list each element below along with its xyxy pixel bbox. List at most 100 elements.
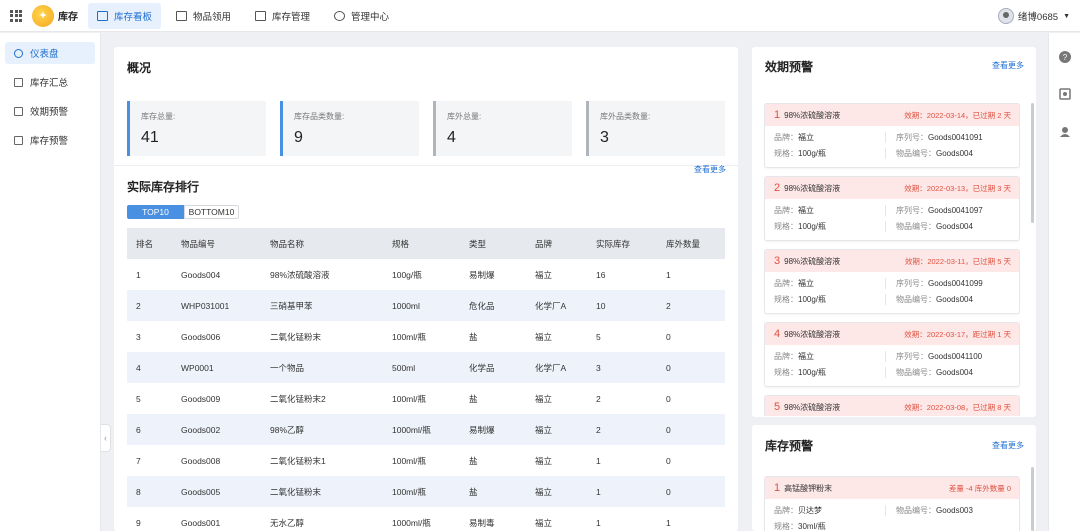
expiry-item[interactable]: 598%浓硫酸溶液效期：2022-03-08，已过期 8 天品牌：福立序列号：规… (764, 395, 1020, 416)
expiry-item[interactable]: 4 98%浓硫酸溶液 效期：2022-03-17，距过期 1 天品牌：福立 序列号：G… (764, 322, 1020, 387)
expiry-rank: 3 (774, 255, 781, 267)
expiry-item[interactable]: 1 98%浓硫酸溶液 效期：2022-03-14，已过期 2 天品牌：福立 序列号：G… (764, 103, 1020, 168)
code-field: 物品编号：Goods004 (885, 221, 1019, 232)
table-row[interactable]: 6 Goods002 98%乙醇 1000ml/瓶 易制爆 福立 2 0 (127, 414, 725, 445)
stock-warning-rank: 1 (774, 482, 781, 494)
support-agent-icon[interactable] (1059, 125, 1071, 137)
dashboard-icon (97, 10, 108, 21)
expiry-item[interactable]: 3 98%浓硫酸溶液 效期：2022-03-11，已过期 5 天品牌：福立 序列号：G… (764, 249, 1020, 314)
table-cell: 1000ml/瓶 (383, 414, 460, 445)
stat-label: 库外总量: (447, 112, 482, 121)
ranking-table: 排名 物品编号 物品名称 规格 类型 品牌 实际库存 库外数量 1 Goods004 98%浓硫酸… (127, 228, 725, 531)
table-cell: 福立 (535, 517, 553, 528)
field-value: 福立 (798, 352, 814, 361)
sidebar-item-summary[interactable]: 库存汇总 (5, 71, 95, 93)
table-cell: 2 (127, 290, 172, 321)
nav-item-dashboard[interactable]: 库存看板 (88, 2, 162, 29)
expiry-scrollbar[interactable] (1031, 103, 1034, 223)
tab-top10[interactable]: TOP10 (127, 205, 184, 219)
expiry-rank: 5 (774, 401, 781, 413)
table-cell: 0 (657, 414, 725, 445)
nav-item-requisition[interactable]: 物品领用 (167, 3, 240, 29)
ranking-title: 实际库存排行 (127, 180, 200, 194)
svg-text:?: ? (1063, 53, 1068, 62)
field-value: Goods0041100 (928, 352, 983, 361)
field-label: 规格： (774, 295, 798, 304)
ranking-view-more-link[interactable]: 查看更多 (694, 164, 726, 175)
stock-warning-view-more-link[interactable]: 查看更多 (992, 440, 1024, 451)
gauge-icon (14, 48, 23, 58)
table-row[interactable]: 1 Goods004 98%浓硫酸溶液 100g/瓶 易制爆 福立 16 1 (127, 259, 725, 290)
tab-bottom10[interactable]: BOTTOM10 (184, 205, 239, 219)
table-row[interactable]: 8 Goods005 二氧化锰粉末 100ml/瓶盐福立 1 0 (127, 476, 725, 507)
table-cell: 1 (666, 269, 671, 280)
field-label: 物品编号： (896, 149, 936, 158)
table-cell: 7 (136, 455, 141, 466)
app-grid-icon[interactable] (10, 9, 22, 22)
code-field: 物品编号：Goods004 (885, 367, 1019, 378)
field-label: 物品编号： (896, 222, 936, 231)
help-icon[interactable]: ? (1059, 51, 1071, 63)
logo-icon: ✦ (32, 4, 54, 27)
table-cell: 0 (657, 476, 725, 507)
field-label: 物品编号： (896, 506, 936, 515)
table-cell: 9 (136, 517, 141, 528)
expiry-item-body: 品牌：福立 序列号：Goods0041100 规格：100g/瓶 物品编号：Goods… (765, 345, 1019, 378)
spec-field: 规格：100g/瓶 (774, 148, 885, 159)
table-row[interactable]: 7 Goods008 二氧化锰粉末1 100ml/瓶 盐 福立 1 0 (127, 445, 725, 476)
field-label: 规格： (774, 368, 798, 377)
sidebar-item-expiry[interactable]: 效期预警 (5, 100, 95, 122)
expiry-view-more-link[interactable]: 查看更多 (992, 60, 1024, 71)
column-header: 品牌 (526, 228, 587, 259)
caret-down-icon: ▼ (1063, 12, 1070, 20)
field-value: Goods0041091 (928, 133, 983, 142)
chevron-left-icon: ‹ (104, 433, 107, 443)
stock-warning-status: 差量 -4 库外数量 0 (948, 483, 1011, 493)
stock-warning-item[interactable]: 1 高锰酸钾粉末 差量 -4 库外数量 0 品牌：贝达梦 物品编号：Goods003 规格… (764, 476, 1020, 531)
serial-field: 序列号：Goods0041100 (885, 351, 1019, 362)
app-logo[interactable]: ✦ 库存 (32, 4, 78, 27)
expiry-status: 效期：2022-03-13，已过期 3 天 (904, 183, 1011, 193)
nav-item-inventory[interactable]: 库存管理 (246, 3, 319, 29)
top-bar: ✦ 库存 库存看板 物品领用 库存管理 管理中心 绪博0685 ▼ (0, 0, 1080, 32)
table-cell: 无水乙醇 (270, 517, 305, 528)
overview-card: 概况 库存总量: 41 库存品类数量: 9 库外总量: 4 库外品类数量: 3 … (114, 47, 738, 531)
brand-field: 品牌：福立 (774, 278, 885, 289)
expiry-rank: 1 (774, 109, 781, 121)
table-cell: WHP031001 (172, 290, 261, 321)
table-cell: 100ml/瓶 (392, 455, 427, 466)
field-label: 物品编号： (896, 295, 936, 304)
table-cell: 2 (596, 393, 601, 404)
table-cell: Goods005 (172, 476, 261, 507)
collapse-sidebar-button[interactable]: ‹ (101, 424, 111, 452)
expiry-item[interactable]: 2 98%浓硫酸溶液 效期：2022-03-13，已过期 3 天品牌：福立 序列号：G… (764, 176, 1020, 241)
expiry-item-name: 98%浓硫酸溶液 (784, 183, 841, 193)
requisition-icon (176, 10, 188, 21)
expiry-item-header: 2 98%浓硫酸溶液 效期：2022-03-13，已过期 3 天 (765, 177, 1019, 199)
field-value: 100g/瓶 (798, 295, 827, 304)
table-row[interactable]: 5 Goods009 二氧化锰粉末2 100ml/瓶 盐 福立 2 0 (127, 383, 725, 414)
expiry-item-body: 品牌：福立 序列号：Goods0041097 规格：100g/瓶 物品编号：Goods… (765, 199, 1019, 232)
brand-field: 品牌：福立 (774, 351, 885, 362)
table-cell: 3 (587, 352, 657, 383)
spec-field: 规格：30ml/瓶 (774, 521, 885, 531)
table-row[interactable]: 4 WP0001 一个物品 500ml 化学品 化学厂A 3 0 (127, 352, 725, 383)
nav-item-admin[interactable]: 管理中心 (325, 3, 398, 29)
table-cell: 危化品 (460, 290, 526, 321)
table-cell: 福立 (526, 414, 587, 445)
expiry-warning-card: 效期预警 查看更多 1 98%浓硫酸溶液 效期：2022-03-14，已过期 2 天… (752, 47, 1036, 417)
field-value: 福立 (798, 133, 814, 142)
field-label: 品牌： (774, 506, 798, 515)
field-value: Goods003 (936, 506, 973, 515)
user-menu[interactable]: 绪博0685 ▼ (997, 0, 1070, 32)
monitor-icon[interactable] (1059, 88, 1071, 100)
table-cell: 0 (657, 352, 725, 383)
table-row[interactable]: 3 Goods006 二氧化锰粉末 100ml/瓶 盐 福立 5 0 (127, 321, 725, 352)
table-row[interactable]: 2 WHP031001 三硝基甲苯 1000ml 危化品 化学厂A 10 2 (127, 290, 725, 321)
table-row[interactable]: 9 Goods001 无水乙醇 1000ml/瓶 易制毒 福立 1 1 (127, 507, 725, 531)
sidebar-item-stock-warning[interactable]: 库存预警 (5, 129, 95, 151)
table-cell: 100g/瓶 (392, 269, 422, 280)
sidebar-item-dashboard[interactable]: 仪表盘 (5, 42, 95, 64)
stock-warning-scrollbar[interactable] (1031, 467, 1034, 531)
stock-warning-title: 库存预警 (765, 439, 814, 453)
